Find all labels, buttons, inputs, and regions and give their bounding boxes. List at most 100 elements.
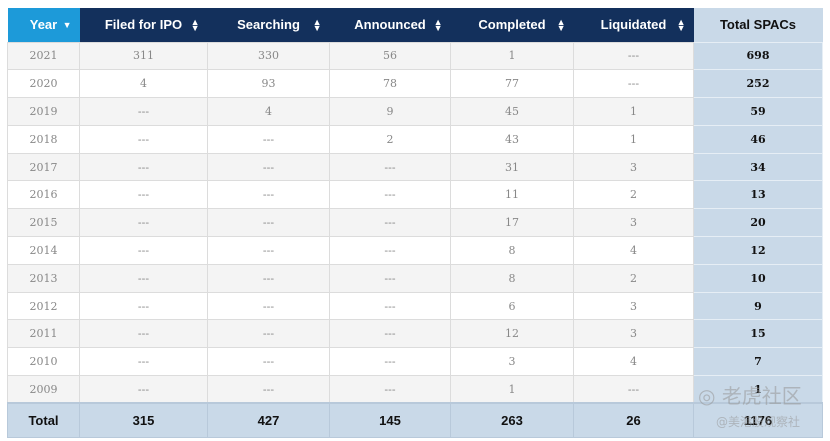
- footer-cell: Total: [7, 402, 80, 438]
- header-label: Filed for IPO: [104, 17, 183, 33]
- table-row: 2010 --- --- --- 3 4 7: [7, 347, 823, 377]
- value-cell: 34: [693, 152, 823, 182]
- sort-updown-icon[interactable]: ▲ ▼: [191, 17, 200, 32]
- value-cell: 8: [450, 263, 574, 293]
- value-cell: ---: [79, 180, 208, 210]
- value-cell: ---: [329, 319, 451, 349]
- year-cell: 2009: [7, 375, 80, 404]
- table-row: 2014 --- --- --- 8 4 12: [7, 236, 823, 265]
- value-cell: ---: [79, 152, 208, 182]
- sort-updown-icon[interactable]: ▲ ▼: [677, 17, 686, 32]
- value-cell: ---: [573, 69, 694, 99]
- value-cell: ---: [573, 41, 694, 71]
- value-cell: ---: [207, 291, 330, 321]
- footer-cell: 1176: [693, 402, 823, 438]
- caret-down-icon[interactable]: ▼: [63, 20, 72, 29]
- value-cell: 2: [573, 180, 694, 210]
- value-cell: ---: [207, 347, 330, 377]
- value-cell: ---: [329, 375, 451, 404]
- value-cell: ---: [329, 236, 451, 265]
- year-cell: 2020: [7, 69, 80, 99]
- year-cell: 2019: [7, 97, 80, 126]
- header-announced[interactable]: Announced ▲ ▼: [329, 8, 451, 42]
- value-cell: 1: [693, 375, 823, 404]
- table-row: 2009 --- --- --- 1 --- 1: [7, 375, 823, 404]
- value-cell: 1: [450, 375, 574, 404]
- table-row: 2016 --- --- --- 11 2 13: [7, 180, 823, 210]
- spac-table: Year ▼ Filed for IPO ▲ ▼ Searching ▲ ▼ Announ…: [7, 8, 823, 438]
- value-cell: ---: [329, 208, 451, 238]
- header-label: Completed: [478, 17, 546, 33]
- value-cell: 7: [693, 347, 823, 377]
- value-cell: ---: [207, 236, 330, 265]
- value-cell: ---: [207, 319, 330, 349]
- value-cell: ---: [329, 347, 451, 377]
- value-cell: 78: [329, 69, 451, 99]
- year-cell: 2010: [7, 347, 80, 377]
- table-row: 2015 --- --- --- 17 3 20: [7, 208, 823, 238]
- value-cell: 31: [450, 152, 574, 182]
- header-label: Liquidated: [600, 17, 667, 33]
- year-cell: 2013: [7, 263, 80, 293]
- footer-cell: 26: [573, 402, 694, 438]
- value-cell: 59: [693, 97, 823, 126]
- header-year[interactable]: Year ▼: [7, 8, 80, 42]
- value-cell: 17: [450, 208, 574, 238]
- value-cell: ---: [207, 124, 330, 154]
- value-cell: 698: [693, 41, 823, 71]
- year-cell: 2014: [7, 236, 80, 265]
- value-cell: 43: [450, 124, 574, 154]
- table-row: 2018 --- --- 2 43 1 46: [7, 124, 823, 154]
- header-label: Year: [29, 17, 58, 33]
- value-cell: ---: [79, 236, 208, 265]
- header-filed[interactable]: Filed for IPO ▲ ▼: [79, 8, 208, 42]
- value-cell: 330: [207, 41, 330, 71]
- value-cell: 4: [573, 236, 694, 265]
- header-liquidated[interactable]: Liquidated ▲ ▼: [573, 8, 694, 42]
- sort-updown-icon[interactable]: ▲ ▼: [313, 17, 322, 32]
- value-cell: 311: [79, 41, 208, 71]
- table-row: 2019 --- 4 9 45 1 59: [7, 97, 823, 126]
- table-row: 2012 --- --- --- 6 3 9: [7, 291, 823, 321]
- value-cell: ---: [79, 347, 208, 377]
- value-cell: 4: [79, 69, 208, 99]
- year-cell: 2018: [7, 124, 80, 154]
- table-row: 2021 311 330 56 1 --- 698: [7, 41, 823, 71]
- value-cell: 9: [693, 291, 823, 321]
- value-cell: ---: [79, 97, 208, 126]
- header-label: Announced: [354, 17, 426, 33]
- value-cell: 4: [207, 97, 330, 126]
- value-cell: ---: [329, 291, 451, 321]
- value-cell: ---: [79, 291, 208, 321]
- footer-cell: 145: [329, 402, 451, 438]
- table-row: 2017 --- --- --- 31 3 34: [7, 152, 823, 182]
- header-row: Year ▼ Filed for IPO ▲ ▼ Searching ▲ ▼ Announ…: [7, 8, 823, 42]
- value-cell: ---: [207, 375, 330, 404]
- header-searching[interactable]: Searching ▲ ▼: [207, 8, 330, 42]
- value-cell: 6: [450, 291, 574, 321]
- year-cell: 2016: [7, 180, 80, 210]
- year-cell: 2011: [7, 319, 80, 349]
- value-cell: 1: [450, 41, 574, 71]
- value-cell: 3: [450, 347, 574, 377]
- table-row: 2013 --- --- --- 8 2 10: [7, 263, 823, 293]
- value-cell: ---: [329, 180, 451, 210]
- value-cell: ---: [79, 124, 208, 154]
- value-cell: 56: [329, 41, 451, 71]
- sort-updown-icon[interactable]: ▲ ▼: [557, 17, 566, 32]
- value-cell: 10: [693, 263, 823, 293]
- table-row: 2011 --- --- --- 12 3 15: [7, 319, 823, 349]
- value-cell: ---: [573, 375, 694, 404]
- value-cell: 4: [573, 347, 694, 377]
- year-cell: 2012: [7, 291, 80, 321]
- year-cell: 2015: [7, 208, 80, 238]
- value-cell: 1: [573, 124, 694, 154]
- value-cell: ---: [79, 319, 208, 349]
- footer-cell: 427: [207, 402, 330, 438]
- sort-updown-icon[interactable]: ▲ ▼: [434, 17, 443, 32]
- value-cell: 46: [693, 124, 823, 154]
- header-completed[interactable]: Completed ▲ ▼: [450, 8, 574, 42]
- value-cell: 45: [450, 97, 574, 126]
- value-cell: ---: [207, 208, 330, 238]
- value-cell: ---: [79, 208, 208, 238]
